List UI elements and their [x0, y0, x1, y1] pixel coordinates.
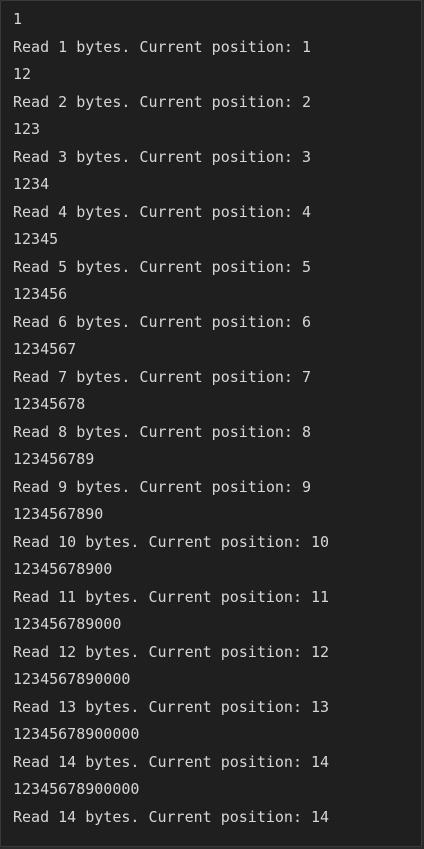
console-line: Read 9 bytes. Current position: 9 — [13, 477, 312, 496]
console-line: 1234567890 — [13, 505, 104, 523]
console-line: Read 1 bytes. Current position: 1 — [13, 37, 312, 56]
console-line: 12345678900 — [13, 560, 113, 578]
console-output-panel[interactable]: 1 Read 1 bytes. Current position: 1 12 R… — [0, 0, 422, 847]
console-line: Read 12 bytes. Current position: 12 — [13, 642, 330, 661]
console-line: Read 10 bytes. Current position: 10 — [13, 532, 330, 551]
console-lines: 1 Read 1 bytes. Current position: 1 12 R… — [13, 6, 417, 831]
console-line: 123456 — [13, 285, 68, 303]
console-line: Read 6 bytes. Current position: 6 — [13, 312, 312, 331]
console-line: Read 4 bytes. Current position: 4 — [13, 202, 312, 221]
console-line: 12 — [13, 65, 32, 83]
console-line: Read 11 bytes. Current position: 11 — [13, 587, 330, 606]
console-line: 12345678 — [13, 395, 86, 413]
console-line: 1234567 — [13, 340, 77, 358]
console-line: 12345678900000 — [13, 780, 140, 798]
console-line: Read 2 bytes. Current position: 2 — [13, 92, 312, 111]
console-line: Read 14 bytes. Current position: 14 — [13, 752, 330, 771]
console-line: Read 13 bytes. Current position: 13 — [13, 697, 330, 716]
console-line: Read 7 bytes. Current position: 7 — [13, 367, 312, 386]
console-line: Read 14 bytes. Current position: 14 — [13, 807, 330, 826]
console-line: Read 8 bytes. Current position: 8 — [13, 422, 312, 441]
console-line: 123 — [13, 120, 41, 138]
console-line: 12345 — [13, 230, 59, 248]
console-line: 123456789 — [13, 450, 95, 468]
console-line: 123456789000 — [13, 615, 122, 633]
console-line: 1234 — [13, 175, 50, 193]
console-line: 1234567890000 — [13, 670, 131, 688]
console-line: 12345678900000 — [13, 725, 140, 743]
console-line: Read 3 bytes. Current position: 3 — [13, 147, 312, 166]
console-line: 1 — [13, 10, 23, 28]
console-line: Read 5 bytes. Current position: 5 — [13, 257, 312, 276]
